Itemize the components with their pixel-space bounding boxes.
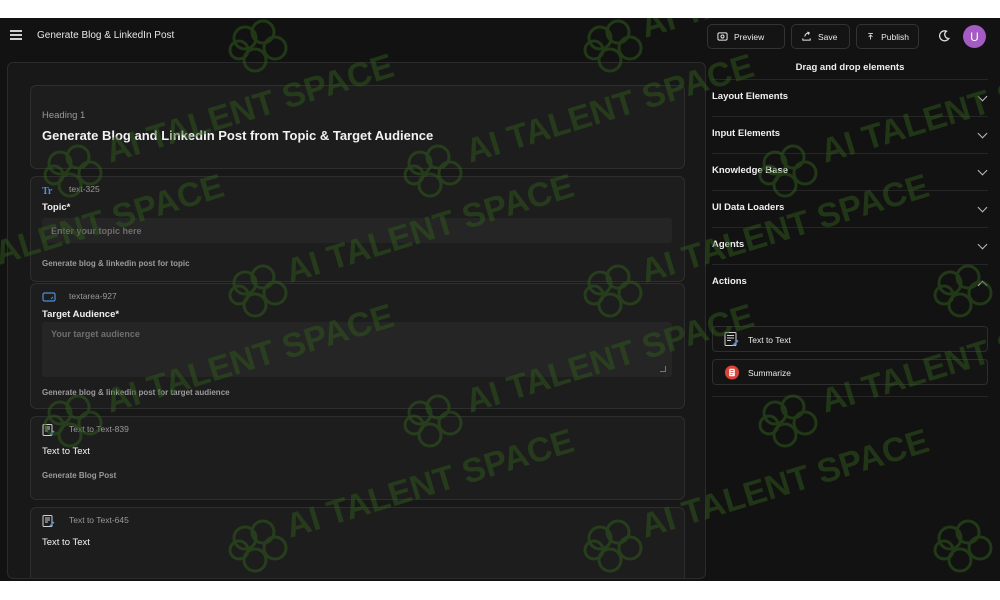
elements-panel: Drag and drop elements Layout Elements I… [712,56,988,581]
heading-block[interactable]: Heading 1 Generate Blog and LinkedIn Pos… [30,85,685,169]
accordion-title: Input Elements [712,128,781,139]
textarea-block[interactable]: textarea-927 Target Audience* Generate b… [30,283,685,409]
chevron-down-icon [977,128,988,139]
text-to-text-label: Text to Text [42,537,90,548]
publish-button[interactable]: Publish [856,24,919,49]
app-window: Generate Blog & LinkedIn Post Preview Sa… [0,18,1000,581]
accordion-title: UI Data Loaders [712,202,785,213]
resize-grip-icon[interactable] [660,366,666,372]
block-id: Text to Text-645 [69,515,129,525]
block-id: text-325 [69,184,100,194]
block-id: textarea-927 [69,291,117,301]
text-to-text-label: Text to Text [42,446,90,457]
topic-label: Topic* [42,202,71,213]
text-type-icon: Tr [42,186,53,196]
form-canvas: Heading 1 Generate Blog and LinkedIn Pos… [7,62,706,579]
text-to-text-icon [42,515,55,527]
text-to-text-icon [42,424,55,436]
svg-text:Tr: Tr [42,186,53,196]
save-icon [802,31,811,41]
preview-button[interactable]: Preview [707,24,785,49]
text-to-text-block[interactable]: Text to Text-839 Text to Text Generate B… [30,416,685,500]
chevron-down-icon [977,91,988,102]
block-id: Text to Text-839 [69,424,129,434]
page-title: Generate Blog and LinkedIn Post from Top… [42,128,434,143]
accordion-layout-elements[interactable]: Layout Elements [712,79,988,116]
text-to-text-icon [724,332,739,347]
publish-label: Publish [881,31,909,42]
text-to-text-block[interactable]: Text to Text-645 Text to Text [30,507,685,578]
avatar[interactable]: U [963,25,986,48]
save-button[interactable]: Save [791,24,850,49]
accordion-actions[interactable]: Actions [712,264,988,301]
summarize-icon [724,365,740,380]
accordion-knowledge-base[interactable]: Knowledge Base [712,153,988,190]
accordion-title: Actions [712,276,747,287]
app-title: Generate Blog & LinkedIn Post [37,30,175,41]
panel-divider [712,396,988,397]
topic-input[interactable] [42,218,672,243]
preview-label: Preview [734,31,765,42]
action-text-to-text[interactable]: Text to Text [712,326,988,352]
menu-icon[interactable] [10,30,22,40]
accordion-title: Agents [712,239,745,250]
text-to-text-help: Generate Blog Post [42,471,117,480]
accordion-title: Knowledge Base [712,165,789,176]
heading-type-label: Heading 1 [42,110,86,121]
chevron-down-icon [977,165,988,176]
target-audience-textarea[interactable] [42,322,672,377]
panel-title: Drag and drop elements [795,62,905,73]
text-input-block[interactable]: Tr text-325 Topic* Generate blog & linke… [30,176,685,282]
chevron-down-icon [977,202,988,213]
accordion-input-elements[interactable]: Input Elements [712,116,988,153]
target-audience-label: Target Audience* [42,309,120,320]
topic-help-text: Generate blog & linkedin post for topic [42,259,190,268]
publish-icon [868,33,873,40]
chevron-up-icon [977,280,988,291]
accordion-title: Layout Elements [712,91,789,102]
action-summarize[interactable]: Summarize [712,359,988,385]
eye-icon [717,32,728,41]
audience-help-text: Generate blog & linkedin post for target… [42,388,230,397]
action-label: Summarize [748,368,791,378]
moon-icon[interactable] [937,29,951,43]
top-bar: Generate Blog & LinkedIn Post Preview Sa… [0,18,1000,56]
save-label: Save [818,31,838,42]
textarea-type-icon [42,292,56,302]
action-label: Text to Text [748,335,791,345]
accordion-agents[interactable]: Agents [712,227,988,264]
chevron-down-icon [977,239,988,250]
accordion-ui-data-loaders[interactable]: UI Data Loaders [712,190,988,227]
